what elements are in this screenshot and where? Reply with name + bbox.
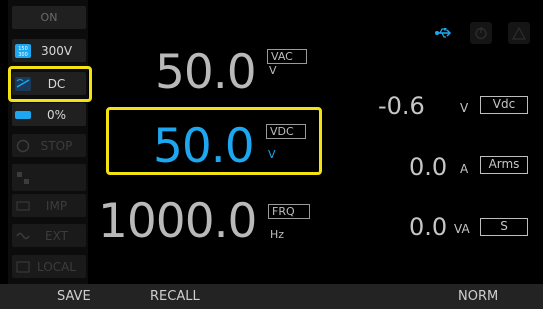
- ext-icon: [15, 229, 31, 243]
- range-icon: 150 300: [15, 43, 31, 58]
- range-label: 300V: [40, 43, 73, 58]
- frequency-tag: FRQ: [268, 204, 310, 219]
- percent-label: 0%: [46, 107, 67, 122]
- vdc-tag: VDC: [266, 124, 306, 139]
- instrument-screen: ON 150 300 300V DC 0% STOP IMP EXT LOCAL…: [0, 0, 543, 309]
- vdc-value[interactable]: 50.0: [153, 123, 255, 170]
- measurement-current-unit: A: [460, 162, 469, 176]
- mode-highlight: [8, 66, 92, 102]
- stop-icon: [15, 139, 31, 153]
- imp-icon: [15, 199, 31, 213]
- measurement-power-value: 0.0: [409, 213, 448, 241]
- vac-unit: V: [269, 64, 277, 77]
- local-label: LOCAL: [37, 259, 76, 274]
- power-icon: [470, 22, 492, 44]
- softkey-bar: SAVE RECALL NORM: [0, 284, 543, 309]
- stop-button[interactable]: STOP: [12, 134, 86, 157]
- save-softkey[interactable]: SAVE: [57, 289, 91, 304]
- measurement-power-tag[interactable]: S: [480, 218, 528, 236]
- recall-softkey[interactable]: RECALL: [150, 289, 200, 304]
- percent-icon: [15, 108, 31, 122]
- local-icon: [15, 260, 31, 274]
- stop-label: STOP: [40, 138, 73, 153]
- local-button[interactable]: LOCAL: [12, 255, 86, 278]
- output-on-label: ON: [40, 11, 58, 24]
- sidebar: ON 150 300 300V DC 0% STOP IMP EXT LOCAL: [8, 0, 88, 284]
- ext-button[interactable]: EXT: [12, 224, 86, 247]
- measurement-current-value: 0.0: [409, 153, 448, 181]
- measurement-power-unit: VA: [454, 222, 470, 236]
- measurement-voltage-unit: V: [460, 101, 469, 115]
- sequence-button[interactable]: [12, 164, 86, 191]
- output-on-button[interactable]: ON: [12, 6, 86, 29]
- measurement-current-tag[interactable]: Arms: [480, 156, 528, 174]
- warning-icon: [508, 22, 530, 44]
- svg-text:300: 300: [18, 52, 28, 58]
- range-button[interactable]: 150 300 300V: [12, 39, 86, 62]
- vac-tag: VAC: [267, 49, 307, 64]
- measurement-voltage-value: -0.6: [378, 92, 425, 120]
- ext-label: EXT: [45, 228, 68, 243]
- sequence-icon: [15, 171, 31, 185]
- imp-button[interactable]: IMP: [12, 194, 86, 217]
- measurement-voltage-tag[interactable]: Vdc: [480, 96, 528, 114]
- percent-button[interactable]: 0%: [12, 103, 86, 126]
- frequency-unit: Hz: [270, 228, 285, 241]
- usb-icon: [432, 22, 454, 44]
- imp-label: IMP: [45, 198, 68, 213]
- vdc-unit: V: [268, 148, 276, 161]
- norm-softkey[interactable]: NORM: [458, 289, 498, 304]
- vac-value[interactable]: 50.0: [155, 49, 257, 96]
- frequency-value[interactable]: 1000.0: [98, 198, 257, 245]
